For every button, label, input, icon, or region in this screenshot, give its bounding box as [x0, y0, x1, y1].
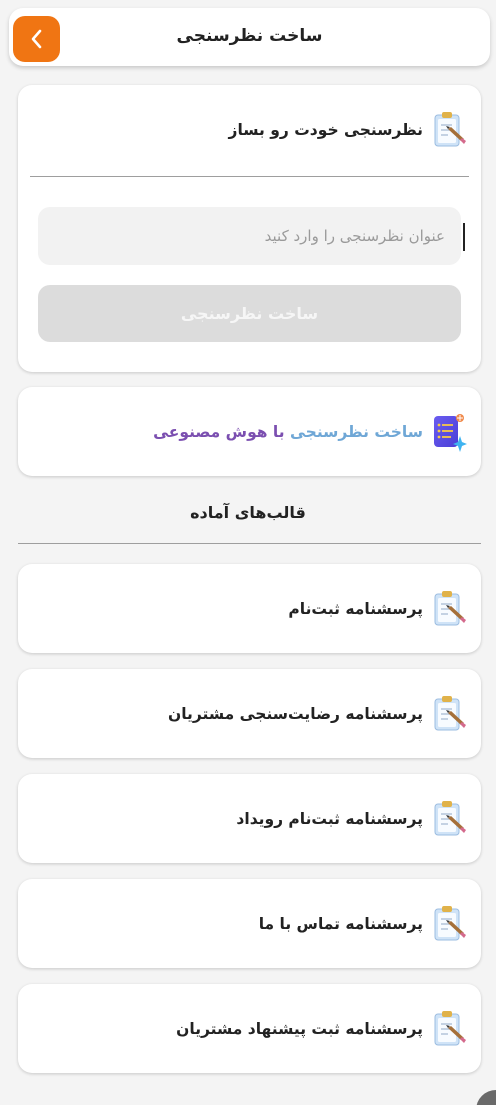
app-header: ساخت نظرسنجی — [9, 8, 490, 66]
divider — [30, 176, 469, 177]
create-survey-screen: ساخت نظرسنجی نظرسنجی خودت رو بساز عنوان … — [0, 0, 496, 1105]
template-item[interactable]: پرسشنامه تماس با ما — [18, 879, 481, 968]
clipboard-icon — [434, 112, 466, 147]
ai-label-part1: ساخت نظرسنجی — [289, 422, 423, 441]
template-label: پرسشنامه ثبت‌نام — [288, 599, 423, 618]
page-title: ساخت نظرسنجی — [176, 26, 323, 46]
clipboard-icon — [434, 1010, 466, 1045]
clipboard-icon — [434, 800, 466, 835]
chevron-left-icon — [31, 29, 41, 49]
clipboard-icon — [434, 695, 466, 730]
clipboard-icon — [434, 590, 466, 625]
template-label: پرسشنامه ثبت‌نام رویداد — [236, 809, 423, 828]
ai-label-part2: با هوش مصنوعی — [153, 422, 290, 441]
template-item[interactable]: پرسشنامه ثبت‌نام — [18, 564, 481, 653]
ai-survey-button[interactable]: ساخت نظرسنجی با هوش مصنوعی — [18, 387, 481, 476]
floating-action-button[interactable] — [476, 1090, 496, 1105]
clipboard-icon — [434, 905, 466, 940]
custom-survey-header: نظرسنجی خودت رو بساز — [18, 85, 481, 175]
template-item[interactable]: پرسشنامه ثبت‌نام رویداد — [18, 774, 481, 863]
templates-section-title: قالب‌های آماده — [190, 503, 306, 522]
template-label: پرسشنامه ثبت پیشنهاد مشتریان — [176, 1019, 423, 1038]
custom-survey-heading: نظرسنجی خودت رو بساز — [228, 121, 423, 139]
back-button[interactable] — [13, 16, 60, 62]
divider — [18, 543, 481, 544]
template-label: پرسشنامه تماس با ما — [258, 914, 423, 933]
template-item[interactable]: پرسشنامه رضایت‌سنجی مشتریان — [18, 669, 481, 758]
text-caret — [463, 223, 465, 251]
survey-title-input[interactable] — [38, 207, 461, 265]
ai-document-icon — [434, 413, 467, 452]
template-label: پرسشنامه رضایت‌سنجی مشتریان — [168, 704, 423, 723]
template-item[interactable]: پرسشنامه ثبت پیشنهاد مشتریان — [18, 984, 481, 1073]
custom-survey-card: نظرسنجی خودت رو بساز ساخت نظرسنجی — [18, 85, 481, 372]
create-survey-button[interactable]: ساخت نظرسنجی — [38, 285, 461, 342]
ai-survey-label: ساخت نظرسنجی با هوش مصنوعی — [153, 423, 423, 441]
